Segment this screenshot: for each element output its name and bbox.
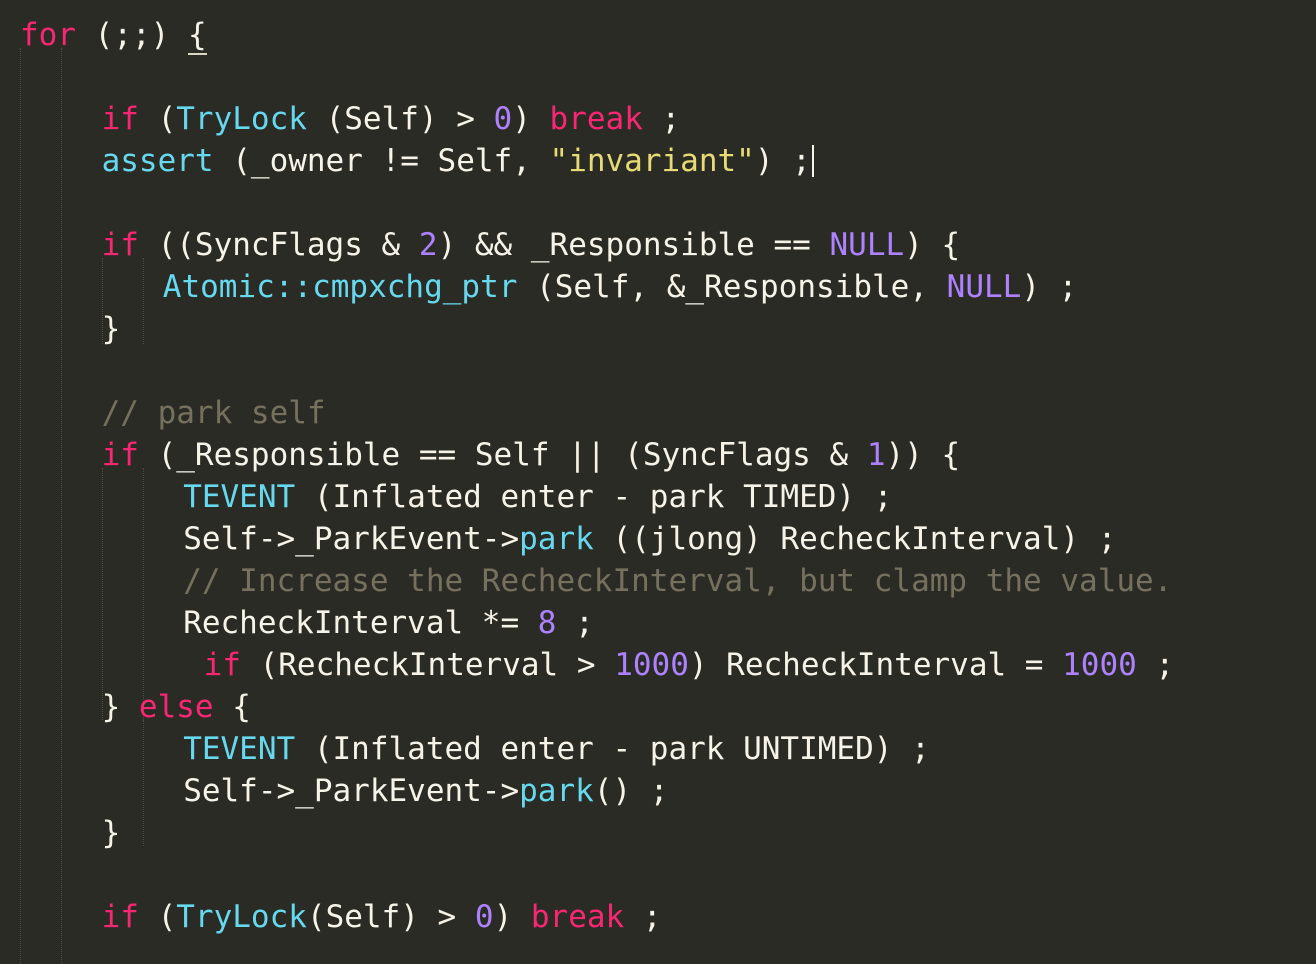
code-token-pl: (_owner != Self, [213,143,550,179]
code-token-num: 1000 [1062,647,1137,683]
code-token-num: NULL [946,269,1022,305]
code-token-pl: ; [642,101,681,137]
code-token-pl: Self->_ParkEvent-> [183,521,520,557]
code-token-pl: )) { [885,437,961,473]
code-line[interactable]: } [0,308,1316,350]
code-token-str: "invariant" [549,143,755,179]
code-token-cmt: // Increase the RecheckInterval, but cla… [183,563,1173,599]
code-token-pl: } [101,689,139,725]
code-token-pl: ) ; [1021,269,1078,305]
code-line[interactable]: if (TryLock (Self) > 0) break ; [0,98,1316,140]
code-editor[interactable]: for (;;) { if (TryLock (Self) > 0) break… [0,0,1316,964]
code-token-cmt: // park self [101,395,326,431]
code-line[interactable]: RecheckInterval *= 8 ; [0,602,1316,644]
code-token-fn: park [519,521,594,557]
code-token-kw: for [20,17,76,53]
code-token-pl: { [213,689,251,725]
code-token-fn: TEVENT [183,479,296,515]
code-token-kw: else [138,689,214,725]
code-token-pl: ( [138,101,177,137]
code-line[interactable]: Self->_ParkEvent->park ((jlong) RecheckI… [0,518,1316,560]
code-token-pl: (Inflated enter - park TIMED) ; [295,479,893,515]
code-line[interactable]: // park self [0,392,1316,434]
code-token-pl: Self->_ParkEvent-> [183,773,520,809]
code-token-pl: ) [512,101,550,137]
code-line[interactable]: TEVENT (Inflated enter - park UNTIMED) ; [0,728,1316,770]
code-token-fn: TEVENT [183,731,296,767]
code-token-pl: ; [624,899,662,935]
code-token-pl: ; [1136,647,1175,683]
code-line[interactable] [0,350,1316,392]
code-line[interactable]: // Increase the RecheckInterval, but cla… [0,560,1316,602]
code-token-pl: ) { [904,227,961,263]
code-surface[interactable]: for (;;) { if (TryLock (Self) > 0) break… [0,0,1316,964]
code-token-pl: ((SyncFlags & [138,227,419,263]
code-line[interactable]: TEVENT (Inflated enter - park TIMED) ; [0,476,1316,518]
code-line[interactable]: for (;;) { [0,14,1316,56]
code-token-pl: ) RecheckInterval = [688,647,1063,683]
code-token-pl: (Inflated enter - park UNTIMED) ; [295,731,930,767]
code-token-pl: RecheckInterval *= [183,605,538,641]
code-token-kw: break [530,899,625,935]
code-line[interactable]: if (_Responsible == Self || (SyncFlags &… [0,434,1316,476]
code-token-kw: break [549,101,643,137]
code-token-kw: if [203,647,241,683]
code-token-num: 0 [493,101,513,137]
code-token-pl: ) [493,899,531,935]
code-token-num: 1000 [614,647,689,683]
code-line[interactable] [0,56,1316,98]
code-token-num: NULL [829,227,905,263]
code-line[interactable] [0,854,1316,896]
code-token-kw: if [101,437,139,473]
code-token-kw: if [101,101,139,137]
code-line[interactable]: Self->_ParkEvent->park() ; [0,770,1316,812]
code-token-fn: assert [101,143,214,179]
code-token-kw: if [101,899,139,935]
code-token-kw: if [101,227,139,263]
code-token-pl: ) ; [754,143,811,179]
code-token-pl: } [101,311,121,347]
code-token-pl: ((jlong) RecheckInterval) ; [593,521,1117,557]
text-caret [811,145,814,177]
code-line[interactable]: if ((SyncFlags & 2) && _Responsible == N… [0,224,1316,266]
code-token-pl: (Self) > [306,899,475,935]
code-token-pl: ; [556,605,594,641]
code-line[interactable]: } else { [0,686,1316,728]
code-line[interactable]: if (TryLock(Self) > 0) break ; [0,896,1316,938]
code-line[interactable]: if (RecheckInterval > 1000) RecheckInter… [0,644,1316,686]
code-token-num: 0 [474,899,494,935]
code-token-num: 2 [418,227,438,263]
code-token-pl: (;;) [76,17,188,53]
code-token-fn: TryLock [176,101,307,137]
code-token-pl: } [101,815,121,851]
code-line[interactable]: Atomic::cmpxchg_ptr (Self, &_Responsible… [0,266,1316,308]
code-token-num: 1 [866,437,886,473]
code-token-pl: (Self, &_Responsible, [517,269,947,305]
code-line[interactable]: assert (_owner != Self, "invariant") ; [0,140,1316,182]
code-line[interactable]: } [0,812,1316,854]
code-token-pl: (_Responsible == Self || (SyncFlags & [138,437,867,473]
code-line[interactable] [0,182,1316,224]
code-token-fn: TryLock [176,899,307,935]
code-token-brmatch: { [187,17,207,55]
code-token-num: 8 [537,605,557,641]
code-token-pl: ) && _Responsible == [437,227,830,263]
code-token-fn: Atomic::cmpxchg_ptr [162,269,518,305]
code-token-fn: park [519,773,594,809]
code-token-pl: ( [138,899,177,935]
code-token-pl: (RecheckInterval > [240,647,615,683]
code-token-pl: (Self) > [306,101,494,137]
code-token-pl: () ; [593,773,669,809]
